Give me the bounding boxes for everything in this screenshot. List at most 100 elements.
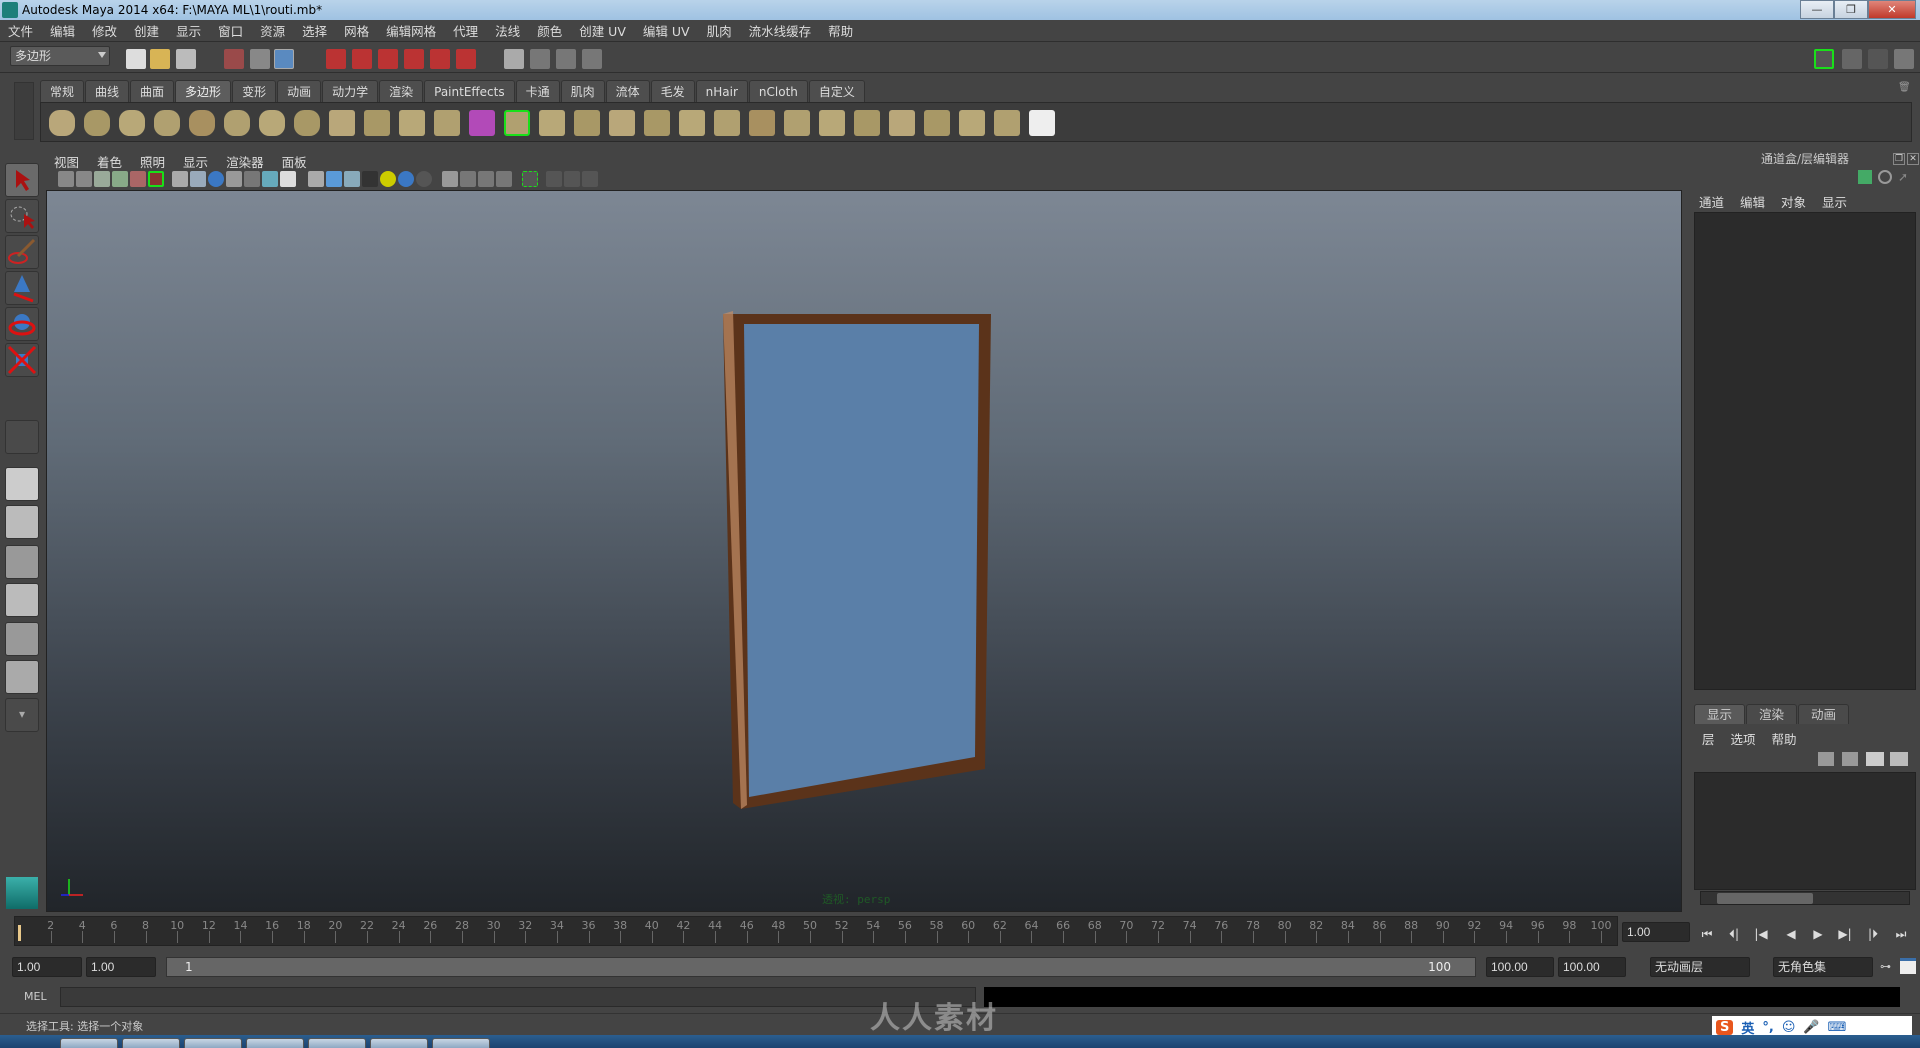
channel-menu-object[interactable]: 对象 xyxy=(1781,192,1806,211)
menu-muscle[interactable]: 肌肉 xyxy=(707,21,732,40)
wireframe-icon[interactable] xyxy=(308,171,324,187)
rotate-tool[interactable] xyxy=(5,307,39,341)
play-forward-button[interactable]: ▶ xyxy=(1807,926,1829,942)
shelf-tab-rendering[interactable]: 渲染 xyxy=(379,80,424,102)
layer-tab-render[interactable]: 渲染 xyxy=(1746,704,1798,724)
grid-toggle-icon[interactable] xyxy=(172,171,188,187)
taskbar-app-1[interactable] xyxy=(60,1038,118,1048)
textured-icon[interactable] xyxy=(362,171,378,187)
poly-sphere-icon[interactable] xyxy=(49,110,75,136)
xray-components-icon[interactable] xyxy=(496,171,512,187)
merge-icon[interactable] xyxy=(679,110,705,136)
modeling-toolkit-icon[interactable] xyxy=(1814,49,1834,69)
menu-proxy[interactable]: 代理 xyxy=(453,21,478,40)
wedge-icon[interactable] xyxy=(749,110,775,136)
shelf-tab-animation[interactable]: 动画 xyxy=(277,80,322,102)
panel-menu-renderer[interactable]: 渲染器 xyxy=(226,152,264,171)
persp-graph-outliner-layout-button[interactable] xyxy=(5,660,39,694)
shelf-tab-fur[interactable]: 毛发 xyxy=(650,80,695,102)
menu-file[interactable]: 文件 xyxy=(8,21,33,40)
menu-set-dropdown[interactable]: 多边形 xyxy=(10,46,110,66)
share-icon[interactable] xyxy=(582,171,598,187)
range-slider[interactable]: 1 100 xyxy=(166,957,1476,977)
spherical-map-icon[interactable] xyxy=(959,110,985,136)
poly-torus-icon[interactable] xyxy=(224,110,250,136)
resolution-gate-icon[interactable] xyxy=(208,171,224,187)
smooth-shade-icon[interactable] xyxy=(326,171,342,187)
sogou-logo-icon[interactable]: S xyxy=(1716,1019,1734,1035)
layer-tab-anim[interactable]: 动画 xyxy=(1798,704,1850,724)
new-empty-layer-icon[interactable] xyxy=(1866,752,1884,766)
shelf-tab-ncloth[interactable]: nCloth xyxy=(748,80,808,102)
layer-menu-layers[interactable]: 层 xyxy=(1702,729,1715,748)
poke-icon[interactable] xyxy=(784,110,810,136)
render-frame-icon[interactable] xyxy=(530,49,550,69)
menu-help[interactable]: 帮助 xyxy=(828,21,853,40)
paint-select-tool[interactable] xyxy=(5,235,39,269)
keyboard-icon[interactable]: ⌨ xyxy=(1828,1020,1847,1035)
play-backward-button[interactable]: ◀ xyxy=(1780,926,1802,942)
last-used-tool[interactable] xyxy=(5,420,39,454)
step-back-frame-button[interactable]: |◀ xyxy=(1750,926,1772,942)
taskbar-app-5[interactable] xyxy=(308,1038,366,1048)
layer-tab-display[interactable]: 显示 xyxy=(1694,704,1746,724)
persp-graph-layout-button[interactable] xyxy=(5,583,39,617)
move-tool[interactable] xyxy=(5,271,39,305)
channel-box-toggle-icon[interactable] xyxy=(1894,49,1914,69)
automatic-map-icon[interactable] xyxy=(994,110,1020,136)
hud-icon[interactable] xyxy=(546,171,562,187)
layer-scrollbar[interactable] xyxy=(1700,891,1910,905)
close-button[interactable]: ✕ xyxy=(1868,0,1916,19)
save-scene-icon[interactable] xyxy=(176,49,196,69)
microphone-icon[interactable]: 🎤 xyxy=(1803,1020,1819,1035)
menu-color[interactable]: 颜色 xyxy=(537,21,562,40)
new-scene-icon[interactable] xyxy=(126,49,146,69)
lights-icon[interactable] xyxy=(380,171,396,187)
playback-end-field[interactable] xyxy=(1486,957,1554,977)
shelf-tab-nhair[interactable]: nHair xyxy=(695,80,748,102)
xray-joints-icon[interactable] xyxy=(478,171,494,187)
taskbar-app-6[interactable] xyxy=(370,1038,428,1048)
shelf-tab-custom[interactable]: 自定义 xyxy=(808,80,865,102)
time-slider[interactable]: 2 4 6 8 10 12 14 16 18 20 22 24 26 28 30 32 34 36 38 40 42 44… xyxy=(14,916,1618,946)
panel-menu-show[interactable]: 显示 xyxy=(183,152,208,171)
menu-display[interactable]: 显示 xyxy=(176,21,201,40)
layer-menu-options[interactable]: 选项 xyxy=(1731,729,1756,748)
shelf-tab-curves[interactable]: 曲线 xyxy=(85,80,130,102)
move-layer-up-icon[interactable] xyxy=(1818,752,1834,766)
step-forward-key-button[interactable]: |⏵ xyxy=(1862,926,1884,942)
taskbar-app-3[interactable] xyxy=(184,1038,242,1048)
menu-normals[interactable]: 法线 xyxy=(495,21,520,40)
snap-grid-icon[interactable] xyxy=(326,49,346,69)
append-icon[interactable] xyxy=(539,110,565,136)
render-settings-icon[interactable] xyxy=(582,49,602,69)
animation-preferences-icon[interactable] xyxy=(1900,958,1916,974)
shelf-tab-polygons[interactable]: 多边形 xyxy=(175,80,232,102)
poly-pipe-icon[interactable] xyxy=(294,110,320,136)
isolate-select-icon[interactable] xyxy=(442,171,458,187)
menu-modify[interactable]: 修改 xyxy=(92,21,117,40)
snap-view-icon[interactable] xyxy=(430,49,450,69)
attribute-editor-icon[interactable] xyxy=(1842,49,1862,69)
2d-pan-zoom-icon[interactable] xyxy=(130,171,146,187)
scale-tool[interactable] xyxy=(5,343,39,377)
film-gate-icon[interactable] xyxy=(190,171,206,187)
animation-start-field[interactable] xyxy=(12,957,82,977)
emoji-icon[interactable]: ☺ xyxy=(1782,1020,1796,1035)
menu-edit-uv[interactable]: 编辑 UV xyxy=(643,21,690,40)
menu-create[interactable]: 创建 xyxy=(134,21,159,40)
combine-icon[interactable] xyxy=(399,110,425,136)
command-language-label[interactable]: MEL xyxy=(24,990,47,1003)
new-layer-selected-icon[interactable] xyxy=(1890,752,1908,766)
float-panel-button[interactable]: ❐ xyxy=(1893,153,1905,165)
lasso-tool[interactable] xyxy=(5,199,39,233)
safe-action-icon[interactable] xyxy=(262,171,278,187)
panel-menu-shading[interactable]: 着色 xyxy=(97,152,122,171)
minimize-button[interactable]: — xyxy=(1800,0,1834,19)
manipulator-icon[interactable] xyxy=(1858,170,1872,184)
auto-key-icon[interactable]: ⊶ xyxy=(1880,960,1891,973)
poly-plane-icon[interactable] xyxy=(189,110,215,136)
shelf-tab-toon[interactable]: 卡通 xyxy=(515,80,560,102)
snap-surface-icon[interactable] xyxy=(404,49,424,69)
perspective-viewport[interactable] xyxy=(46,190,1682,912)
